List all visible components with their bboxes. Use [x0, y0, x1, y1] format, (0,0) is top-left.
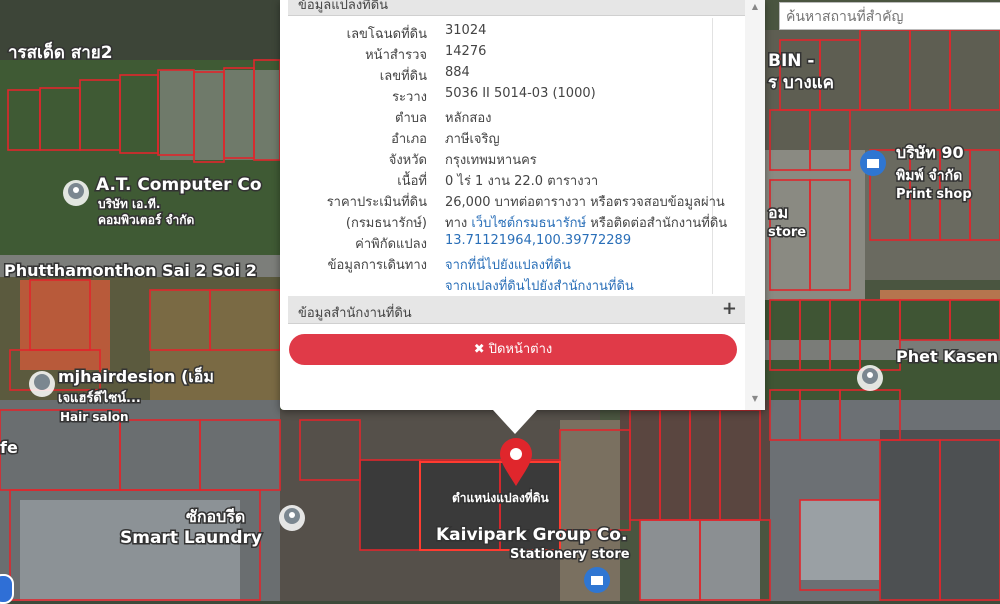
- map-label-printshop: Print shop: [896, 187, 972, 202]
- map-label-company90-b: พิมพ์ จำกัด: [896, 167, 962, 184]
- coords-link[interactable]: 13.71121964,100.39772289: [445, 233, 631, 248]
- map-label-parcel-pin: ตำแหน่งแปลงที่ดิน: [452, 489, 550, 505]
- info-value: หลักสอง: [445, 111, 492, 126]
- info-label: เนื้อที่: [397, 174, 427, 189]
- collapse-icon[interactable]: –: [728, 0, 737, 7]
- map-label-laundry: Smart Laundry: [120, 528, 262, 548]
- price-text-pre: ทาง: [445, 216, 468, 231]
- shop-pin-icon[interactable]: [584, 567, 610, 593]
- info-value: 0 ไร่ 1 งาน 22.0 ตารางวา: [445, 174, 599, 189]
- popup-scrollbar[interactable]: ▲ ▼: [745, 0, 765, 410]
- coords-label: ค่าพิกัดแปลง: [355, 237, 427, 252]
- treasury-website-link[interactable]: เว็บไซต์กรมธนารักษ์: [471, 216, 586, 231]
- poi-pin-icon[interactable]: [857, 365, 883, 391]
- scroll-down-icon[interactable]: ▼: [745, 394, 765, 403]
- map-label-at-computer: A.T. Computer Co: [96, 175, 262, 195]
- info-value: 14276: [445, 44, 487, 59]
- price-text-post: หรือติดต่อสำนักงานที่ดิน: [590, 216, 728, 231]
- shop-pin-icon[interactable]: [860, 150, 886, 176]
- close-window-button[interactable]: ✖ ปิดหน้าต่าง: [289, 334, 737, 365]
- map-label-bangkae: ร บางแค: [768, 73, 834, 93]
- info-value: ภาษีเจริญ: [445, 132, 500, 147]
- travel-label: ข้อมูลการเดินทาง: [327, 258, 427, 273]
- map-label-at-computer-th1: บริษัท เอ.ที.: [98, 197, 160, 211]
- poi-pin-icon[interactable]: [29, 371, 55, 397]
- info-label: จังหวัด: [388, 153, 427, 168]
- map-label-stationery: Stationery store: [510, 547, 630, 562]
- map-label-kaivipark: Kaivipark Group Co.: [436, 525, 627, 545]
- map-label-street-top: ารสเด็ด สาย2: [8, 40, 113, 63]
- parcel-info-header[interactable]: ข้อมูลแปลงที่ดิน –: [288, 0, 745, 16]
- price-value-2: ทาง เว็บไซต์กรมธนารักษ์ หรือติดต่อสำนักง…: [445, 212, 727, 233]
- route-to-parcel-link[interactable]: จากที่นี่ไปยังแปลงที่ดิน: [445, 254, 571, 275]
- price-value: 26,000 บาทต่อตารางวา หรือตรวจสอบข้อมูลผ่…: [445, 195, 725, 210]
- info-label: หน้าสำรวจ: [365, 48, 427, 63]
- map-label-store: store: [768, 225, 806, 240]
- map-label-hairsalon: Hair salon: [60, 410, 129, 424]
- place-search-input[interactable]: [779, 2, 1000, 30]
- price-label: ราคาประเมินที่ดิน: [326, 195, 427, 210]
- map-label-bin: BIN -: [768, 51, 814, 71]
- info-value: 31024: [445, 23, 487, 38]
- location-button-icon[interactable]: [0, 574, 14, 604]
- map-label-om: อม: [768, 203, 788, 222]
- info-value: 884: [445, 65, 470, 80]
- map-label-laundry-th: ซักอบรีด: [186, 507, 245, 526]
- info-label: ระวาง: [392, 90, 427, 105]
- info-label: ตำบล: [395, 111, 427, 126]
- map-label-fe: fe: [0, 438, 18, 457]
- info-label: เลขโฉนดที่ดิน: [346, 27, 427, 42]
- scroll-up-icon[interactable]: ▲: [745, 2, 765, 11]
- parcel-info-popup: ข้อมูลแปลงที่ดิน – เลขโฉนดที่ดิน 31024 ห…: [280, 0, 765, 410]
- popup-pointer: [493, 410, 537, 434]
- info-label: เลขที่ดิน: [379, 69, 427, 84]
- info-value: 5036 II 5014-03 (1000): [445, 86, 596, 101]
- info-value: กรุงเทพมหานคร: [445, 153, 537, 168]
- map-label-phet-kasem: Phet Kasen: [896, 347, 998, 366]
- expand-plus-icon[interactable]: +: [722, 298, 737, 319]
- route-to-office-link[interactable]: จากแปลงที่ดินไปยังสำนักงานที่ดิน: [445, 275, 634, 296]
- label-divider: [712, 18, 713, 294]
- poi-pin-icon[interactable]: [279, 505, 305, 531]
- land-office-header-label: ข้อมูลสำนักงานที่ดิน: [298, 306, 412, 321]
- popup-content: ข้อมูลแปลงที่ดิน – เลขโฉนดที่ดิน 31024 ห…: [280, 0, 745, 410]
- map-label-mjhair-th: เจแฮร์ดีไซน์...: [58, 389, 141, 406]
- map-label-road: Phutthamonthon Sai 2 Soi 2: [4, 261, 257, 280]
- parcel-info-header-label: ข้อมูลแปลงที่ดิน: [298, 0, 389, 13]
- land-office-header[interactable]: ข้อมูลสำนักงานที่ดิน +: [288, 296, 745, 324]
- price-label-source: (กรมธนารักษ์): [345, 216, 427, 231]
- map-label-mjhair: mjhairdesion (เอ็ม: [58, 365, 214, 386]
- map-label-at-computer-th2: คอมพิวเตอร์ จำกัด: [98, 213, 195, 227]
- info-label: อำเภอ: [391, 132, 427, 147]
- poi-pin-icon[interactable]: [63, 180, 89, 206]
- map-label-company90: บริษัท 90: [896, 143, 964, 162]
